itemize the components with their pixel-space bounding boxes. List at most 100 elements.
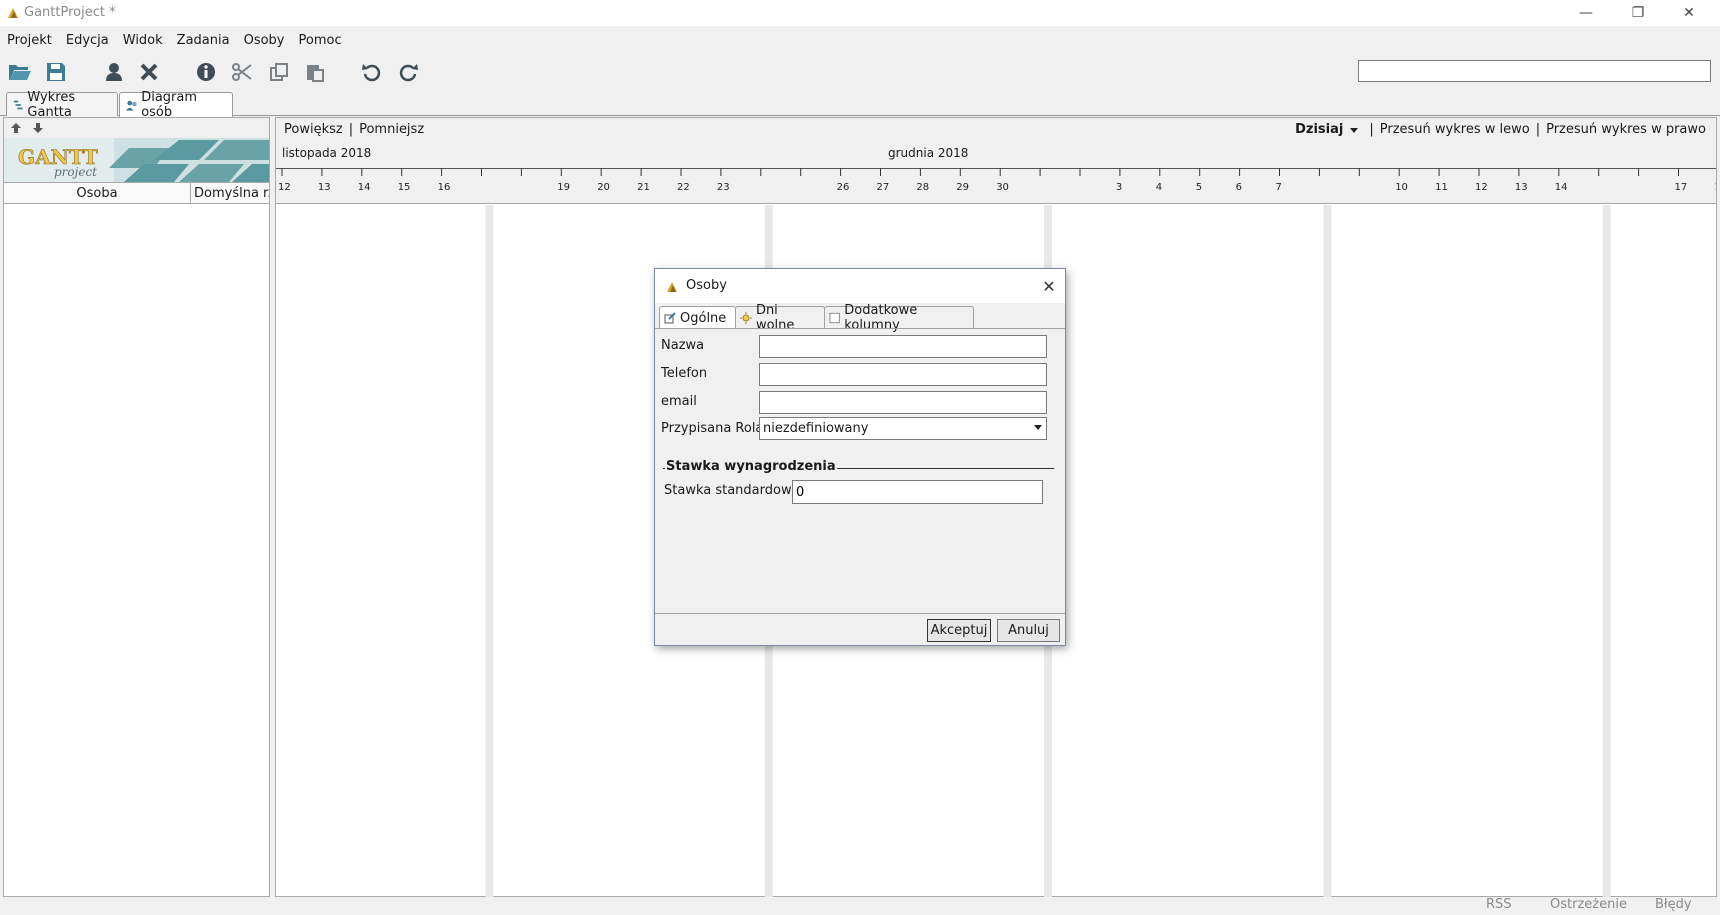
email-label: email [661, 394, 697, 409]
status-rss[interactable]: RSS [1486, 897, 1512, 912]
tab-resources-label: Diagram osób [141, 90, 198, 120]
tree-toolbar [4, 118, 277, 138]
day-label: 22 [677, 182, 690, 193]
day-label: 11 [1435, 182, 1448, 193]
tab-resource-chart[interactable]: Diagram osób [119, 90, 233, 120]
chevron-down-icon[interactable] [1349, 126, 1359, 134]
day-label: 6 [1236, 182, 1242, 193]
new-person-button[interactable] [100, 58, 128, 86]
resource-table-header: Osoba Domyślna r... [4, 182, 269, 204]
cancel-button[interactable]: Anuluj [997, 619, 1060, 642]
standard-rate-field[interactable] [792, 480, 1043, 504]
search-input[interactable] [1358, 60, 1711, 82]
copy-button[interactable] [265, 58, 293, 86]
copy-icon [270, 63, 288, 81]
day-label: 17 [1675, 182, 1688, 193]
weekend-band [485, 205, 494, 897]
accept-button[interactable]: Akceptuj [927, 619, 991, 642]
dialog-tab-custom-columns[interactable]: Dodatkowe kolumny [824, 303, 974, 333]
phone-label: Telefon [661, 366, 708, 381]
cut-button[interactable] [228, 58, 256, 86]
paste-icon [307, 65, 324, 82]
edit-icon [664, 312, 676, 324]
delete-icon [140, 63, 158, 81]
phone-field[interactable] [759, 363, 1047, 386]
redo-button[interactable] [394, 58, 422, 86]
dialog-tab-holidays[interactable]: Dni wolne [735, 303, 825, 333]
open-project-button[interactable] [6, 58, 34, 86]
day-label: 29 [956, 182, 969, 193]
day-label: 19 [557, 182, 570, 193]
sun-icon [740, 311, 752, 324]
dialog-tab-general[interactable]: Ogólne [659, 306, 736, 329]
standard-rate-label: Stawka standardowa [664, 483, 800, 498]
cut-icon [232, 63, 252, 81]
minimize-button[interactable]: — [1563, 0, 1609, 26]
tab-baseline [0, 115, 1720, 116]
day-label: 13 [1515, 182, 1528, 193]
dialog-close-button[interactable]: ✕ [1037, 275, 1061, 297]
restore-button[interactable]: ❐ [1615, 0, 1661, 26]
zoom-links: Powiększ | Pomniejsz [284, 122, 424, 137]
day-label: 23 [717, 182, 730, 193]
window-title: GanttProject * [24, 5, 116, 20]
weekend-band [1602, 205, 1611, 897]
dialog-tab-baseline [655, 328, 1065, 329]
save-button[interactable] [42, 58, 70, 86]
month-label-december: grudnia 2018 [888, 146, 969, 160]
menu-edycja[interactable]: Edycja [59, 33, 116, 48]
day-label: 14 [358, 182, 371, 193]
menu-zadania[interactable]: Zadania [170, 33, 237, 48]
gantt-icon [13, 100, 23, 109]
paste-button[interactable] [301, 58, 329, 86]
dialog-tab-general-label: Ogólne [680, 310, 727, 326]
link-separator: | [1535, 122, 1541, 137]
toolbar [0, 54, 1720, 90]
properties-button[interactable] [192, 58, 220, 86]
name-field[interactable] [759, 335, 1047, 358]
dialog-title: Osoby [686, 278, 727, 293]
email-field[interactable] [759, 391, 1047, 414]
dialog-titlebar: Osoby ✕ [655, 269, 1065, 303]
day-label: 14 [1555, 182, 1568, 193]
resource-tree-panel: GANTT project Osoba Domyślna r... [3, 117, 277, 897]
zoom-out-link[interactable]: Pomniejsz [359, 122, 424, 137]
column-header-osoba[interactable]: Osoba [4, 183, 191, 203]
rate-group-title: Stawka wynagrodzenia [665, 459, 837, 474]
column-header-default-role[interactable]: Domyślna r... [191, 183, 269, 203]
day-label: 13 [318, 182, 331, 193]
day-label: 12 [278, 182, 291, 193]
chevron-down-icon [1034, 425, 1042, 430]
day-label: 7 [1276, 182, 1282, 193]
day-ruler: 12 13 14 15 16 19 20 21 22 23 26 27 28 29 30 3 4 5 6 7 10 11 1… [278, 168, 1716, 193]
delete-button[interactable] [135, 58, 163, 86]
day-label: 18 [1714, 182, 1716, 193]
window-titlebar: GanttProject * — ❐ ✕ [0, 0, 1720, 26]
scroll-left-link[interactable]: Przesuń wykres w lewo [1380, 122, 1530, 137]
tab-gantt-chart[interactable]: Wykres Gantta [6, 90, 118, 120]
chart-nav-links: Dzisiaj | Przesuń wykres w lewo | Przesu… [1295, 122, 1706, 137]
person-icon [106, 63, 122, 81]
close-window-button[interactable]: ✕ [1666, 0, 1712, 26]
undo-button[interactable] [358, 58, 386, 86]
app-icon [8, 8, 18, 18]
status-bar: RSS Ostrzeżenie Błędy [0, 897, 1720, 915]
day-label: 16 [438, 182, 451, 193]
name-label: Nazwa [661, 338, 705, 353]
tab-gantt-label: Wykres Gantta [27, 89, 76, 120]
move-up-icon[interactable] [10, 122, 22, 134]
scroll-right-link[interactable]: Przesuń wykres w prawo [1546, 122, 1706, 137]
menu-osoby[interactable]: Osoby [237, 33, 292, 48]
resource-chart-icon [126, 100, 137, 111]
day-label: 27 [877, 182, 890, 193]
today-dropdown[interactable]: Dzisiaj [1295, 122, 1343, 137]
menu-bar: Projekt Edycja Widok Zadania Osoby Pomoc [0, 28, 1720, 52]
menu-pomoc[interactable]: Pomoc [292, 33, 349, 48]
zoom-in-link[interactable]: Powiększ [284, 122, 343, 137]
menu-widok[interactable]: Widok [116, 33, 170, 48]
role-select[interactable]: niezdefiniowany [759, 417, 1047, 440]
status-warnings[interactable]: Ostrzeżenie [1550, 897, 1627, 912]
menu-projekt[interactable]: Projekt [0, 33, 59, 48]
move-down-icon[interactable] [32, 122, 44, 134]
status-errors[interactable]: Błędy [1655, 897, 1692, 912]
